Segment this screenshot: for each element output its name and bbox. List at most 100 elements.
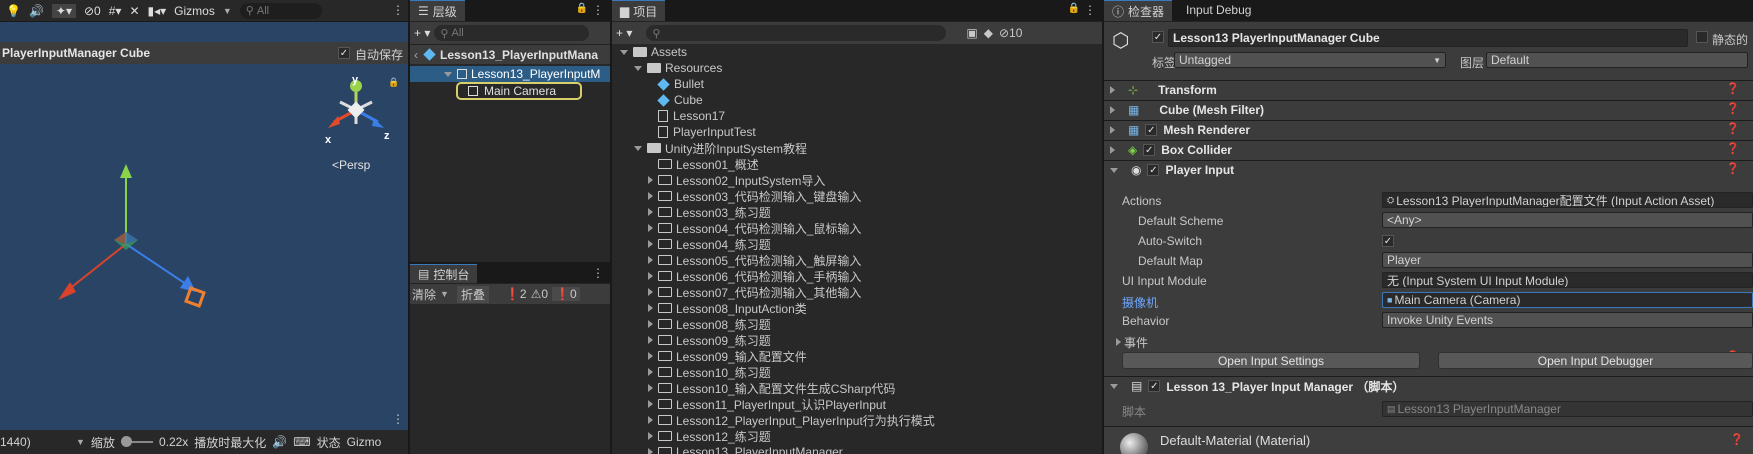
camera-field[interactable]: ■ Main Camera (Camera)	[1382, 292, 1753, 308]
collapse-arrow-icon[interactable]	[648, 304, 653, 312]
project-tree-item[interactable]: Lesson09_练习题	[612, 332, 1102, 348]
collapse-arrow-icon[interactable]	[648, 400, 653, 408]
project-tree-item[interactable]: Cube	[612, 92, 1102, 108]
project-tree-item[interactable]: Assets	[612, 44, 1102, 60]
persp-label[interactable]: <Persp	[332, 158, 370, 172]
effects-icon[interactable]: ✦▾	[51, 3, 76, 18]
collapse-arrow-icon[interactable]	[648, 208, 653, 216]
collapse-arrow-icon[interactable]	[648, 320, 653, 328]
clear-chevron-icon[interactable]: ▼	[440, 289, 449, 299]
move-gizmo[interactable]	[40, 160, 220, 310]
expand-arrow-icon[interactable]	[1110, 86, 1115, 94]
help-icon[interactable]: ❓	[1726, 82, 1740, 95]
project-tree-item[interactable]: Lesson11_PlayerInput_认识PlayerInput	[612, 396, 1102, 412]
component-box-collider[interactable]: ◈ ✓ Box Collider	[1104, 140, 1753, 159]
collapse-button[interactable]: 折叠	[456, 285, 489, 303]
project-search-input[interactable]: ⚲	[646, 25, 947, 41]
project-tree-item[interactable]: Lesson08_InputAction类	[612, 300, 1102, 316]
help-icon[interactable]: ❓	[1726, 142, 1740, 155]
scale-slider[interactable]	[120, 436, 153, 447]
search-by-label-icon[interactable]: ◆	[984, 26, 993, 40]
project-tree-item[interactable]: Bullet	[612, 76, 1102, 92]
layer-dropdown[interactable]: Default	[1486, 52, 1748, 68]
project-tree-item[interactable]: Lesson01_概述	[612, 156, 1102, 172]
resolution-dropdown[interactable]: 1440)	[0, 435, 70, 449]
create-button[interactable]: + ▾	[616, 26, 632, 40]
hierarchy-menu-icon[interactable]: ⋮	[592, 3, 604, 17]
component-mesh-renderer[interactable]: ▦ ✓ Mesh Renderer	[1104, 120, 1753, 139]
expand-arrow-icon[interactable]	[1110, 146, 1115, 154]
project-tree-item[interactable]: Lesson09_输入配置文件	[612, 348, 1102, 364]
project-menu-icon[interactable]: ⋮	[1084, 3, 1096, 17]
create-button[interactable]: + ▾	[414, 26, 430, 40]
project-tree-item[interactable]: PlayerInputTest	[612, 124, 1102, 140]
project-tree-item[interactable]: Lesson12_练习题	[612, 428, 1102, 444]
scene-menu-icon[interactable]: ⋮	[392, 3, 404, 17]
tools-icon[interactable]: ✕	[129, 4, 139, 18]
hierarchy-scene-header[interactable]: ‹ Lesson13_PlayerInputMana	[410, 44, 610, 64]
enabled-checkbox[interactable]: ✓	[1143, 144, 1156, 156]
overlay-menu-icon[interactable]: ⋮	[392, 412, 404, 426]
lighting-icon[interactable]: 💡	[6, 4, 21, 18]
enabled-checkbox[interactable]: ✓	[1148, 380, 1161, 392]
error-toggle[interactable]: ❗2	[505, 287, 527, 301]
collapse-arrow-icon[interactable]	[648, 240, 653, 248]
behavior-dropdown[interactable]: Invoke Unity Events	[1382, 312, 1753, 328]
auto-switch-checkbox[interactable]: ✓	[1382, 235, 1394, 247]
collapse-arrow-icon[interactable]	[648, 384, 653, 392]
gizmos-dropdown[interactable]: Gizmos	[174, 4, 215, 18]
project-tree-item[interactable]: Lesson13_PlayerInputManager	[612, 444, 1102, 454]
camera-icon[interactable]: ▮◂▾	[148, 4, 167, 18]
help-icon[interactable]: ❓	[1726, 102, 1740, 115]
tab-hierarchy[interactable]: ☰ 层级	[410, 0, 465, 21]
hierarchy-search-input[interactable]: ⚲ All	[434, 25, 590, 41]
scene-search-input[interactable]: ⚲ All	[239, 2, 322, 19]
component-transform[interactable]: ⊹ Transform	[1104, 80, 1753, 99]
project-tree-item[interactable]: Lesson08_练习题	[612, 316, 1102, 332]
tab-console[interactable]: ▤ 控制台	[410, 264, 478, 283]
audio-icon[interactable]: 🔊	[29, 4, 44, 18]
expand-arrow-icon[interactable]	[1110, 126, 1115, 134]
project-tree-item[interactable]: Resources	[612, 60, 1102, 76]
tag-dropdown[interactable]: Untagged ▼	[1174, 52, 1446, 68]
search-by-type-icon[interactable]: ▣	[966, 26, 977, 40]
back-chevron-icon[interactable]: ‹	[414, 48, 418, 62]
project-tree-item[interactable]: Lesson05_代码检测输入_触屏输入	[612, 252, 1102, 268]
open-input-debugger-button[interactable]: Open Input Debugger	[1438, 352, 1753, 369]
active-checkbox[interactable]: ✓	[1152, 31, 1164, 43]
events-foldout[interactable]: 事件	[1124, 334, 1148, 351]
expand-arrow-icon[interactable]	[634, 145, 642, 151]
project-tree-item[interactable]: Lesson03_练习题	[612, 204, 1102, 220]
collapse-arrow-icon[interactable]	[648, 368, 653, 376]
component-player-input[interactable]: ◉ ✓ Player Input	[1104, 160, 1753, 179]
hidden-objects-icon[interactable]: ⊘0	[84, 4, 101, 18]
tab-input-debug[interactable]: Input Debug	[1178, 0, 1259, 21]
open-input-settings-button[interactable]: Open Input Settings	[1122, 352, 1420, 369]
project-tree-item[interactable]: Lesson02_InputSystem导入	[612, 172, 1102, 188]
project-tree-item[interactable]: Lesson06_代码检测输入_手柄输入	[612, 268, 1102, 284]
collapse-arrow-icon[interactable]	[648, 352, 653, 360]
stats-toggle[interactable]: 状态	[317, 434, 341, 451]
collapse-arrow-icon[interactable]	[648, 256, 653, 264]
material-row[interactable]: Default-Material (Material) ❓	[1104, 426, 1753, 454]
warning-toggle[interactable]: ⚠0	[531, 287, 548, 301]
collapse-arrow-icon[interactable]	[648, 192, 653, 200]
keyboard-icon[interactable]: ⌨	[293, 435, 310, 449]
scale-slider-thumb[interactable]	[120, 436, 132, 447]
lock-icon[interactable]: 🔒	[388, 77, 399, 88]
project-tree-item[interactable]: Lesson04_练习题	[612, 236, 1102, 252]
hidden-packages-icon[interactable]: ⊘10	[999, 26, 1022, 40]
tab-inspector[interactable]: ⓘ 检查器	[1104, 0, 1173, 21]
autosave-checkbox[interactable]: ✓	[338, 47, 350, 59]
hierarchy-row-root[interactable]: Lesson13_PlayerInputM	[410, 66, 610, 82]
console-menu-icon[interactable]: ⋮	[592, 266, 604, 280]
project-tree-item[interactable]: Unity进阶InputSystem教程	[612, 140, 1102, 156]
collapse-arrow-icon[interactable]	[1110, 167, 1118, 173]
expand-arrow-icon[interactable]	[444, 71, 452, 77]
hierarchy-row-main-camera[interactable]: Main Camera	[456, 82, 582, 100]
tab-project[interactable]: ▆ 项目	[612, 0, 666, 21]
object-name-field[interactable]: Lesson13 PlayerInputManager Cube	[1168, 29, 1688, 47]
collapse-arrow-icon[interactable]	[648, 432, 653, 440]
collapse-arrow-icon[interactable]	[648, 288, 653, 296]
resolution-chevron-icon[interactable]: ▼	[76, 437, 85, 447]
